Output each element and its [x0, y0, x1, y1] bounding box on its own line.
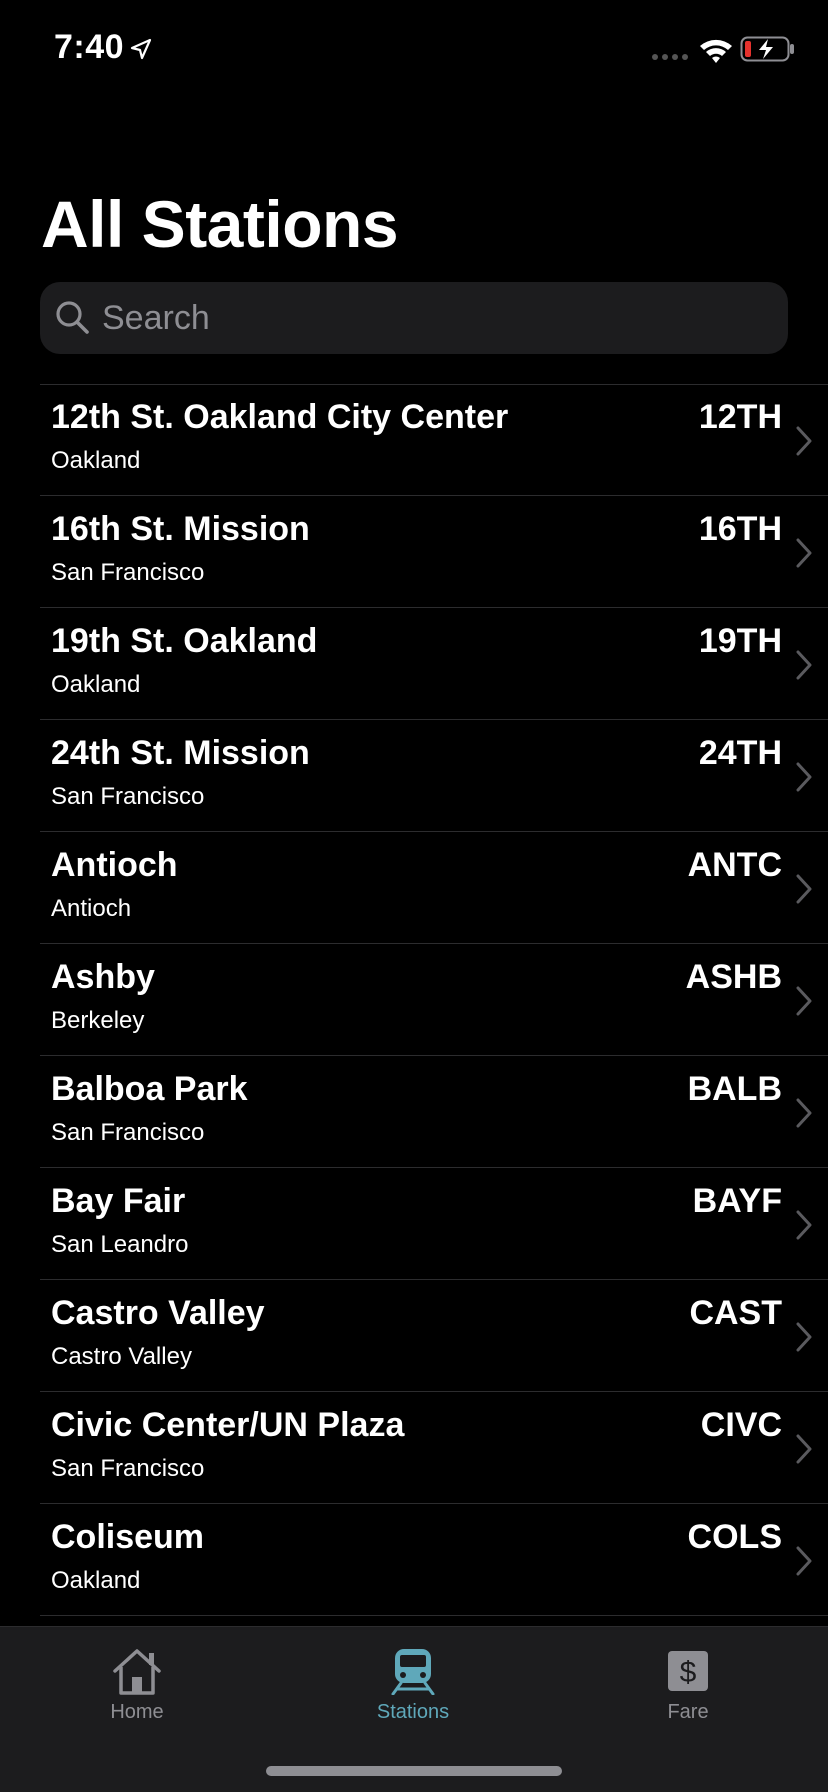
station-name: Castro Valley	[51, 1294, 265, 1332]
station-code: BAYF	[692, 1182, 782, 1220]
station-city: Oakland	[51, 671, 141, 698]
station-row[interactable]: 12th St. Oakland City Center Oakland 12T…	[0, 384, 828, 496]
battery-charging-icon	[740, 36, 794, 62]
station-name: Bay Fair	[51, 1182, 186, 1220]
chevron-right-icon	[796, 986, 812, 1016]
location-arrow-icon	[130, 38, 152, 60]
station-name: Coliseum	[51, 1518, 205, 1556]
search-bar[interactable]	[40, 282, 788, 354]
station-code: ANTC	[687, 846, 782, 884]
chevron-right-icon	[796, 1322, 812, 1352]
station-name: Balboa Park	[51, 1070, 248, 1108]
tab-home-label: Home	[110, 1701, 164, 1723]
tab-stations-label: Stations	[376, 1701, 450, 1723]
station-city: Berkeley	[51, 1007, 145, 1034]
station-row[interactable]: Castro Valley Castro Valley CAST	[0, 1280, 828, 1392]
svg-text:$: $	[680, 1656, 697, 1689]
tab-home[interactable]: Home	[47, 1647, 227, 1747]
chevron-right-icon	[796, 762, 812, 792]
station-name: Antioch	[51, 846, 178, 884]
station-code: CIVC	[700, 1406, 782, 1444]
chevron-right-icon	[796, 1434, 812, 1464]
station-row[interactable]: Coliseum Oakland COLS	[0, 1504, 828, 1616]
page-title: All Stations	[41, 187, 399, 261]
station-city: Oakland	[51, 447, 141, 474]
tab-stations[interactable]: Stations	[323, 1647, 503, 1747]
chevron-right-icon	[796, 426, 812, 456]
station-row[interactable]: 24th St. Mission San Francisco 24TH	[0, 720, 828, 832]
station-row[interactable]: Ashby Berkeley ASHB	[0, 944, 828, 1056]
station-city: San Francisco	[51, 783, 205, 810]
station-row[interactable]: Civic Center/UN Plaza San Francisco CIVC	[0, 1392, 828, 1504]
station-name: 24th St. Mission	[51, 734, 310, 772]
station-row[interactable]: 19th St. Oakland Oakland 19TH	[0, 608, 828, 720]
station-city: San Francisco	[51, 559, 205, 586]
station-city: San Francisco	[51, 1455, 205, 1482]
station-row[interactable]: Bay Fair San Leandro BAYF	[0, 1168, 828, 1280]
station-row[interactable]: 16th St. Mission San Francisco 16TH	[0, 496, 828, 608]
wifi-icon	[700, 39, 732, 63]
tab-fare[interactable]: $ Fare	[598, 1647, 778, 1747]
status-time: 7:40	[54, 28, 125, 66]
station-city: San Leandro	[51, 1231, 189, 1258]
cellular-signal-icon	[652, 54, 688, 60]
tab-fare-label: Fare	[667, 1701, 709, 1723]
chevron-right-icon	[796, 650, 812, 680]
station-city: Oakland	[51, 1567, 141, 1594]
chevron-right-icon	[796, 1210, 812, 1240]
station-code: CAST	[689, 1294, 782, 1332]
station-code: 19TH	[698, 622, 782, 660]
station-code: 12TH	[698, 398, 782, 436]
station-code: BALB	[687, 1070, 782, 1108]
app-screen: 7:40 All Stations 12th St.	[0, 0, 828, 1792]
chevron-right-icon	[796, 1546, 812, 1576]
dollar-icon: $	[668, 1651, 708, 1691]
house-icon	[113, 1649, 161, 1695]
station-city: Castro Valley	[51, 1343, 192, 1370]
home-indicator[interactable]	[266, 1766, 562, 1776]
train-icon	[391, 1649, 435, 1695]
search-input[interactable]	[102, 288, 788, 348]
station-name: Civic Center/UN Plaza	[51, 1406, 405, 1444]
station-name: 16th St. Mission	[51, 510, 310, 548]
station-city: San Francisco	[51, 1119, 205, 1146]
chevron-right-icon	[796, 1098, 812, 1128]
station-name: Ashby	[51, 958, 155, 996]
station-row[interactable]: Balboa Park San Francisco BALB	[0, 1056, 828, 1168]
station-list: 12th St. Oakland City Center Oakland 12T…	[0, 384, 828, 1616]
chevron-right-icon	[796, 538, 812, 568]
station-code: COLS	[687, 1518, 782, 1556]
station-code: 16TH	[698, 510, 782, 548]
station-code: 24TH	[698, 734, 782, 772]
chevron-right-icon	[796, 874, 812, 904]
search-icon	[56, 301, 89, 334]
station-row[interactable]: Antioch Antioch ANTC	[0, 832, 828, 944]
status-bar: 7:40	[0, 0, 828, 100]
station-city: Antioch	[51, 895, 132, 922]
station-name: 19th St. Oakland	[51, 622, 318, 660]
station-name: 12th St. Oakland City Center	[51, 398, 509, 436]
station-code: ASHB	[685, 958, 782, 996]
